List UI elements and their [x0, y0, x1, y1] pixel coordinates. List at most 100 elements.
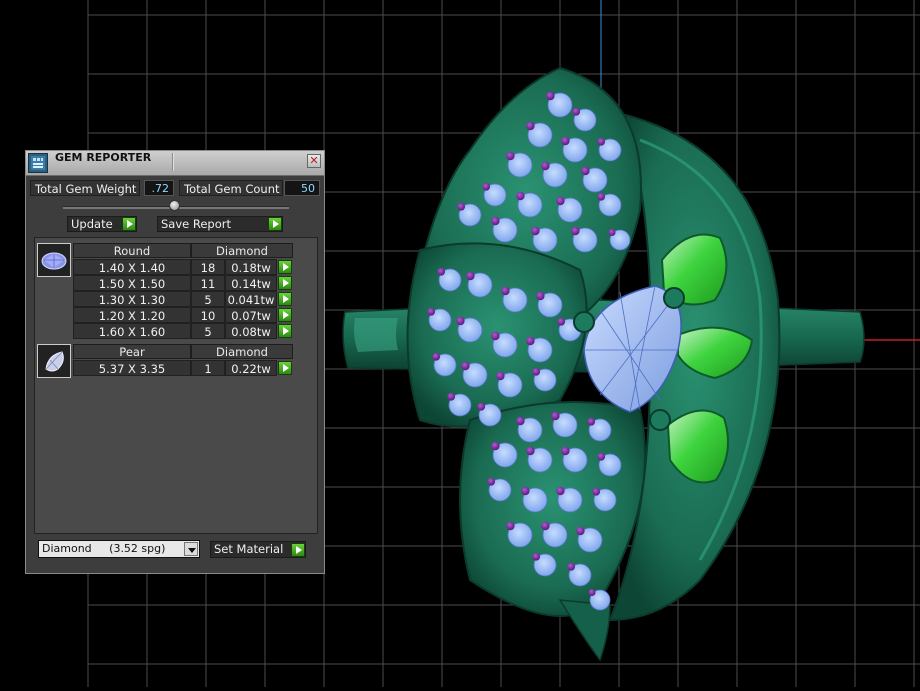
gem-prong — [546, 91, 555, 101]
gem-prong — [526, 446, 535, 456]
gem-prong — [516, 191, 525, 201]
gem-prong — [427, 307, 436, 316]
gem-prong — [597, 137, 606, 146]
play-icon[interactable] — [278, 276, 292, 290]
play-icon[interactable] — [278, 324, 292, 338]
lower-petal — [459, 401, 646, 617]
gem-row[interactable]: 1.20 X 1.20 10 0.07tw — [73, 307, 317, 323]
gem-row[interactable]: 1.30 X 1.30 5 0.041tw — [73, 291, 317, 307]
gem-prong — [461, 361, 470, 371]
gem-prong — [506, 151, 515, 161]
gem-prong — [491, 331, 500, 341]
gem-material-label: Diamond — [191, 344, 293, 359]
panel-title: GEM REPORTER — [55, 151, 152, 164]
gem-count: 11 — [191, 275, 225, 291]
set-material-button-label: Set Material — [214, 542, 284, 556]
total-gem-weight-value: .72 — [144, 180, 174, 196]
pear-gem-icon — [37, 344, 71, 378]
gem-prong — [487, 477, 496, 486]
material-select[interactable]: Diamond (3.52 spg) — [38, 540, 200, 558]
gem-prong — [608, 229, 616, 236]
gem-row[interactable]: 1.60 X 1.60 5 0.08tw — [73, 323, 317, 339]
play-icon[interactable] — [278, 292, 292, 306]
gem-prong — [561, 136, 570, 146]
pear-prong-left — [573, 311, 595, 333]
play-icon[interactable] — [278, 260, 292, 274]
play-icon[interactable] — [122, 217, 136, 231]
gem-row[interactable]: 1.40 X 1.40 18 0.18tw — [73, 259, 317, 275]
dropdown-arrow-icon[interactable] — [184, 542, 198, 556]
gem-prong — [491, 216, 500, 226]
gem-prong — [576, 526, 585, 536]
gem-prong — [541, 161, 550, 171]
gem-group-pear: Pear Diamond 5.37 X 3.35 1 0.22tw — [35, 344, 317, 378]
gem-prong — [571, 226, 580, 236]
gem-prong — [536, 291, 545, 301]
gem-prong — [456, 316, 465, 326]
gem-list: Round Diamond 1.40 X 1.40 18 0.18tw 1.50… — [34, 237, 318, 534]
gem-prong — [532, 552, 541, 561]
play-icon[interactable] — [268, 217, 282, 231]
gem-prong — [437, 267, 446, 276]
gem-shape-label: Pear — [73, 344, 191, 359]
play-icon[interactable] — [278, 361, 292, 375]
gem-size: 1.20 X 1.20 — [73, 307, 191, 323]
gem-shape-label: Round — [73, 243, 191, 258]
play-icon[interactable] — [278, 308, 292, 322]
title-divider — [172, 153, 173, 171]
play-icon[interactable] — [291, 543, 305, 557]
gem-count: 1 — [191, 360, 225, 376]
gem-weight: 0.18tw — [225, 259, 277, 275]
pear-prong-top — [663, 287, 685, 309]
gem-prong — [561, 446, 570, 456]
total-gem-weight-label: Total Gem Weight — [30, 180, 140, 196]
gem-row[interactable]: 5.37 X 3.35 1 0.22tw — [73, 360, 317, 376]
gem-prong — [526, 336, 535, 346]
panel-slider-handle[interactable] — [169, 200, 180, 211]
gem-count: 18 — [191, 259, 225, 275]
set-material-button[interactable]: Set Material — [210, 541, 306, 558]
gem-prong — [516, 416, 525, 426]
panel-title-bar[interactable]: GEM REPORTER ✕ — [26, 151, 324, 176]
gem-prong — [557, 317, 566, 326]
round-gem-icon — [37, 243, 71, 277]
gem-weight: 0.041tw — [225, 291, 277, 307]
gem-weight: 0.22tw — [225, 360, 277, 376]
gem-prong — [496, 371, 505, 381]
gem-prong — [567, 562, 576, 571]
gem-prong — [491, 441, 500, 451]
gem-prong — [506, 521, 515, 531]
gem-size: 1.50 X 1.50 — [73, 275, 191, 291]
gem-prong — [588, 589, 596, 596]
gem-prong — [597, 452, 606, 461]
update-button[interactable]: Update — [67, 216, 137, 232]
gem-count: 10 — [191, 307, 225, 323]
close-icon[interactable]: ✕ — [307, 154, 321, 168]
gem-prong — [432, 352, 441, 361]
gem-prong — [521, 486, 530, 496]
total-gem-count-label: Total Gem Count — [179, 180, 283, 196]
save-report-button-label: Save Report — [161, 217, 232, 231]
gem-count: 5 — [191, 291, 225, 307]
gem-prong — [587, 417, 596, 426]
pear-prong-bottom — [649, 409, 671, 431]
gem-reporter-app-icon — [28, 153, 48, 173]
gem-prong — [482, 182, 491, 191]
gem-weight: 0.07tw — [225, 307, 277, 323]
gem-prong — [447, 392, 456, 401]
gem-prong — [597, 192, 606, 201]
gem-prong — [556, 196, 565, 206]
gem-prong — [457, 202, 466, 211]
gem-prong — [501, 286, 510, 296]
gem-group-header: Round Diamond — [73, 243, 293, 258]
gem-size: 1.30 X 1.30 — [73, 291, 191, 307]
gem-weight: 0.08tw — [225, 323, 277, 339]
gem-size: 1.40 X 1.40 — [73, 259, 191, 275]
gem-material-label: Diamond — [191, 243, 293, 258]
gem-prong — [526, 121, 535, 131]
gem-prong — [581, 166, 590, 176]
gem-group-round: Round Diamond 1.40 X 1.40 18 0.18tw 1.50… — [35, 243, 317, 339]
save-report-button[interactable]: Save Report — [157, 216, 283, 232]
gem-row[interactable]: 1.50 X 1.50 11 0.14tw — [73, 275, 317, 291]
shank-highlight — [354, 318, 398, 352]
